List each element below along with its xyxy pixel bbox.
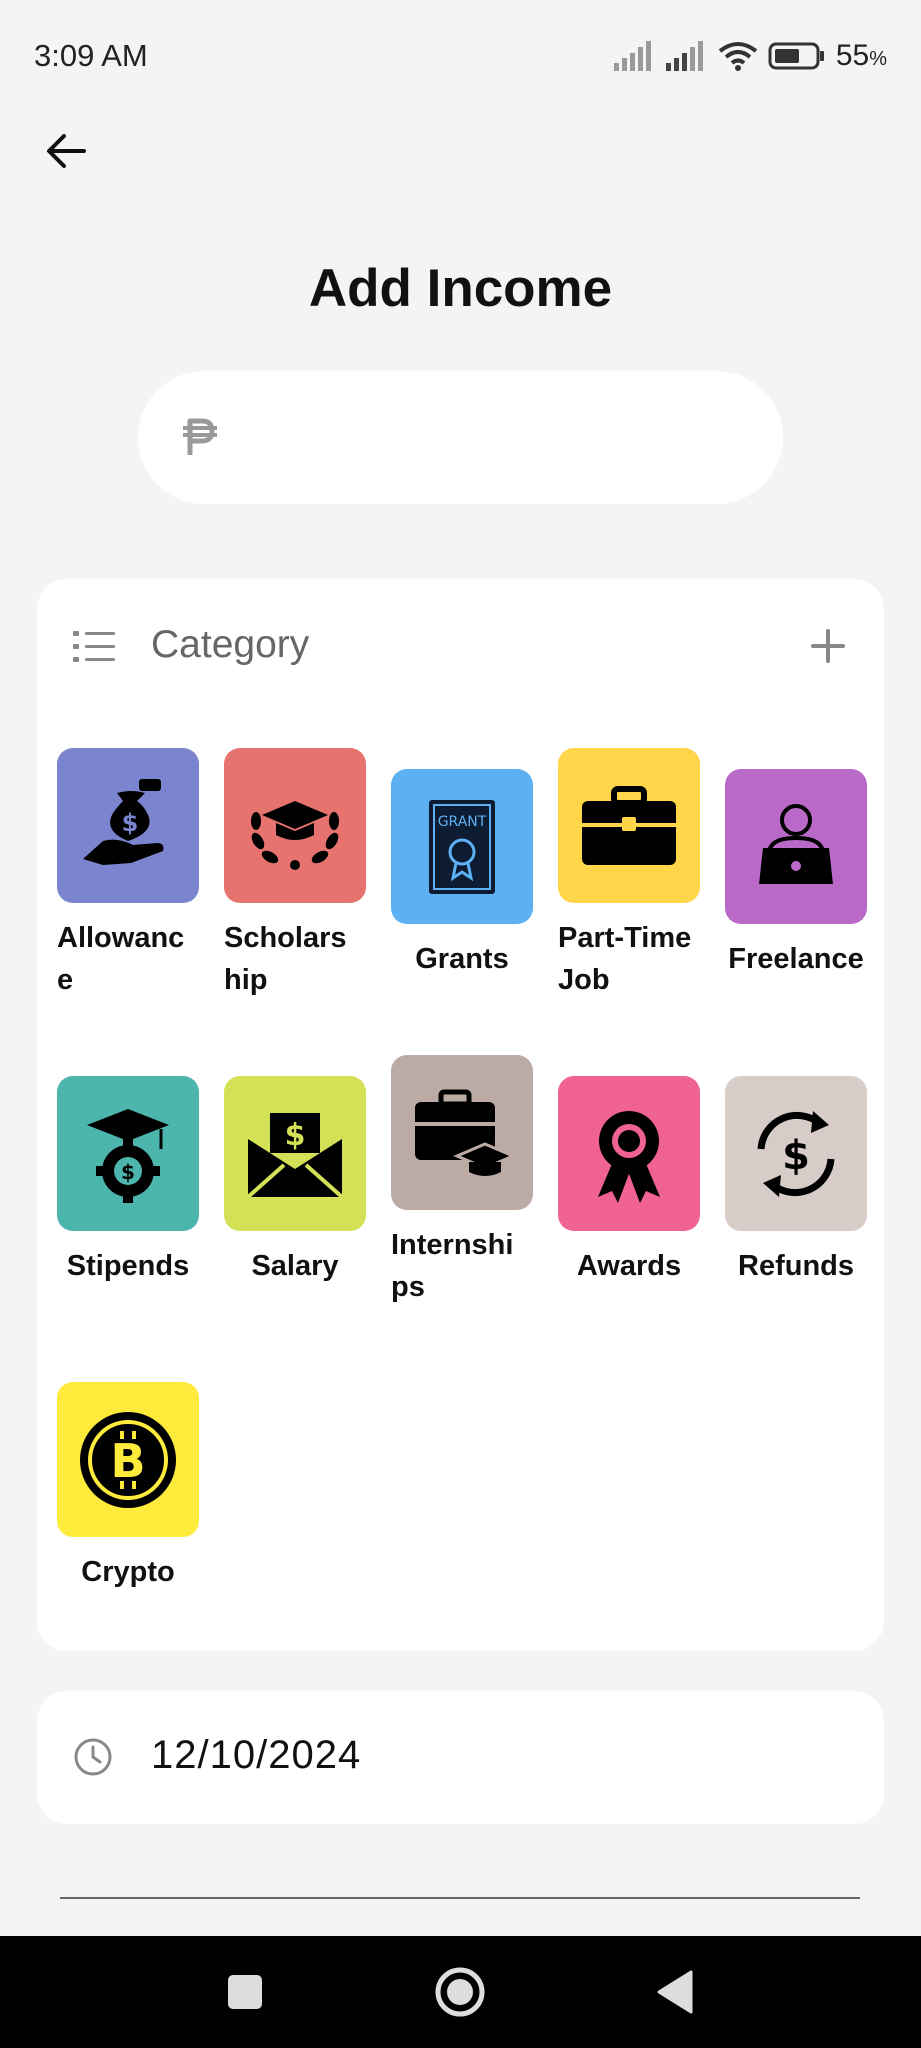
category-tile: B	[57, 1382, 199, 1537]
category-tile: $	[57, 1076, 199, 1231]
peso-icon	[183, 418, 217, 455]
status-time: 3:09 AM	[34, 38, 148, 73]
svg-text:$: $	[285, 1118, 306, 1153]
category-item-refunds[interactable]: $ Refunds	[721, 1076, 871, 1287]
navigation-bar	[0, 1936, 921, 2048]
page-title: Add Income	[308, 259, 613, 318]
triangle-back-icon	[657, 1970, 693, 2014]
category-tile: $	[725, 1076, 867, 1231]
briefcase-icon	[582, 785, 676, 865]
category-label: Crypto	[81, 1556, 175, 1588]
envelope-dollar-icon: $	[246, 1112, 344, 1198]
category-item-stipends[interactable]: $ Stipends	[53, 1076, 203, 1287]
category-tile	[558, 748, 700, 903]
back-button[interactable]	[40, 124, 94, 178]
battery-unit: %	[869, 48, 887, 70]
svg-text:GRANT: GRANT	[438, 814, 487, 830]
category-label: Internships	[391, 1229, 514, 1303]
status-icons: 55%	[613, 36, 887, 76]
circle-home-icon	[435, 1967, 485, 2017]
add-category-button[interactable]	[803, 621, 853, 671]
signal-icon	[613, 41, 651, 71]
category-item-awards[interactable]: Awards	[554, 1076, 704, 1287]
category-tile	[558, 1076, 700, 1231]
category-tile: $	[224, 1076, 366, 1231]
svg-text:$: $	[782, 1133, 810, 1179]
category-label: Allowance	[57, 922, 185, 996]
wifi-icon	[718, 42, 758, 71]
category-item-scholarship[interactable]: Scholarship	[220, 748, 370, 1001]
clock-icon	[74, 1738, 112, 1776]
battery-value: 55	[835, 39, 870, 72]
graduation-laurel-icon	[251, 800, 339, 870]
category-item-grants[interactable]: GRANT Grants	[387, 769, 537, 980]
grant-certificate-icon: GRANT	[429, 799, 495, 894]
person-laptop-icon	[759, 803, 833, 884]
category-item-salary[interactable]: $ Salary	[220, 1076, 370, 1287]
amount-field[interactable]	[138, 371, 783, 504]
category-label: Scholarship	[224, 922, 347, 996]
svg-text:$: $	[121, 1160, 135, 1184]
category-label: Freelance	[728, 943, 864, 975]
graduation-gear-coin-icon: $	[87, 1108, 169, 1203]
category-tile: GRANT	[391, 769, 533, 924]
category-card: Category $ Allowance Scholarship GRANT G…	[37, 579, 884, 1651]
divider	[60, 1897, 860, 1899]
category-item-internships[interactable]: Internships	[387, 1055, 537, 1308]
amount-input[interactable]	[238, 401, 742, 475]
svg-text:$: $	[122, 809, 139, 837]
bitcoin-icon: B	[80, 1411, 176, 1508]
status-bar: 3:09 AM 55%	[0, 0, 921, 110]
battery-percentage: 55%	[836, 39, 887, 73]
category-label: Salary	[251, 1250, 339, 1282]
back-nav-button[interactable]	[645, 1962, 705, 2022]
category-title: Category	[151, 623, 310, 666]
category-label: Stipends	[66, 1250, 190, 1282]
category-tile	[725, 769, 867, 924]
arrow-left-icon	[47, 134, 86, 168]
briefcase-cap-icon	[415, 1089, 517, 1176]
category-item-allowance[interactable]: $ Allowance	[53, 748, 203, 1001]
category-tile	[391, 1055, 533, 1210]
hand-money-bag-icon: $	[83, 778, 164, 865]
square-icon	[228, 1975, 262, 2009]
list-icon	[73, 631, 115, 662]
date-value: 12/10/2024	[151, 1733, 362, 1777]
category-label: Grants	[415, 943, 509, 975]
recents-button[interactable]	[215, 1962, 275, 2022]
home-button[interactable]	[430, 1962, 490, 2022]
category-item-crypto[interactable]: B Crypto	[53, 1382, 203, 1593]
category-tile: $	[57, 748, 199, 903]
date-picker[interactable]: 12/10/2024	[37, 1691, 884, 1824]
svg-text:B: B	[110, 1434, 145, 1488]
battery-icon	[768, 42, 824, 70]
category-label: Part-Time Job	[558, 922, 692, 996]
category-label: Awards	[576, 1250, 682, 1282]
signal-icon-2	[665, 41, 703, 71]
category-label: Refunds	[738, 1250, 854, 1282]
category-item-part-time-job[interactable]: Part-Time Job	[554, 748, 704, 1001]
category-item-freelance[interactable]: Freelance	[721, 769, 871, 980]
refund-arrows-icon: $	[757, 1110, 835, 1197]
award-ribbon-icon	[598, 1110, 660, 1203]
category-tile	[224, 748, 366, 903]
